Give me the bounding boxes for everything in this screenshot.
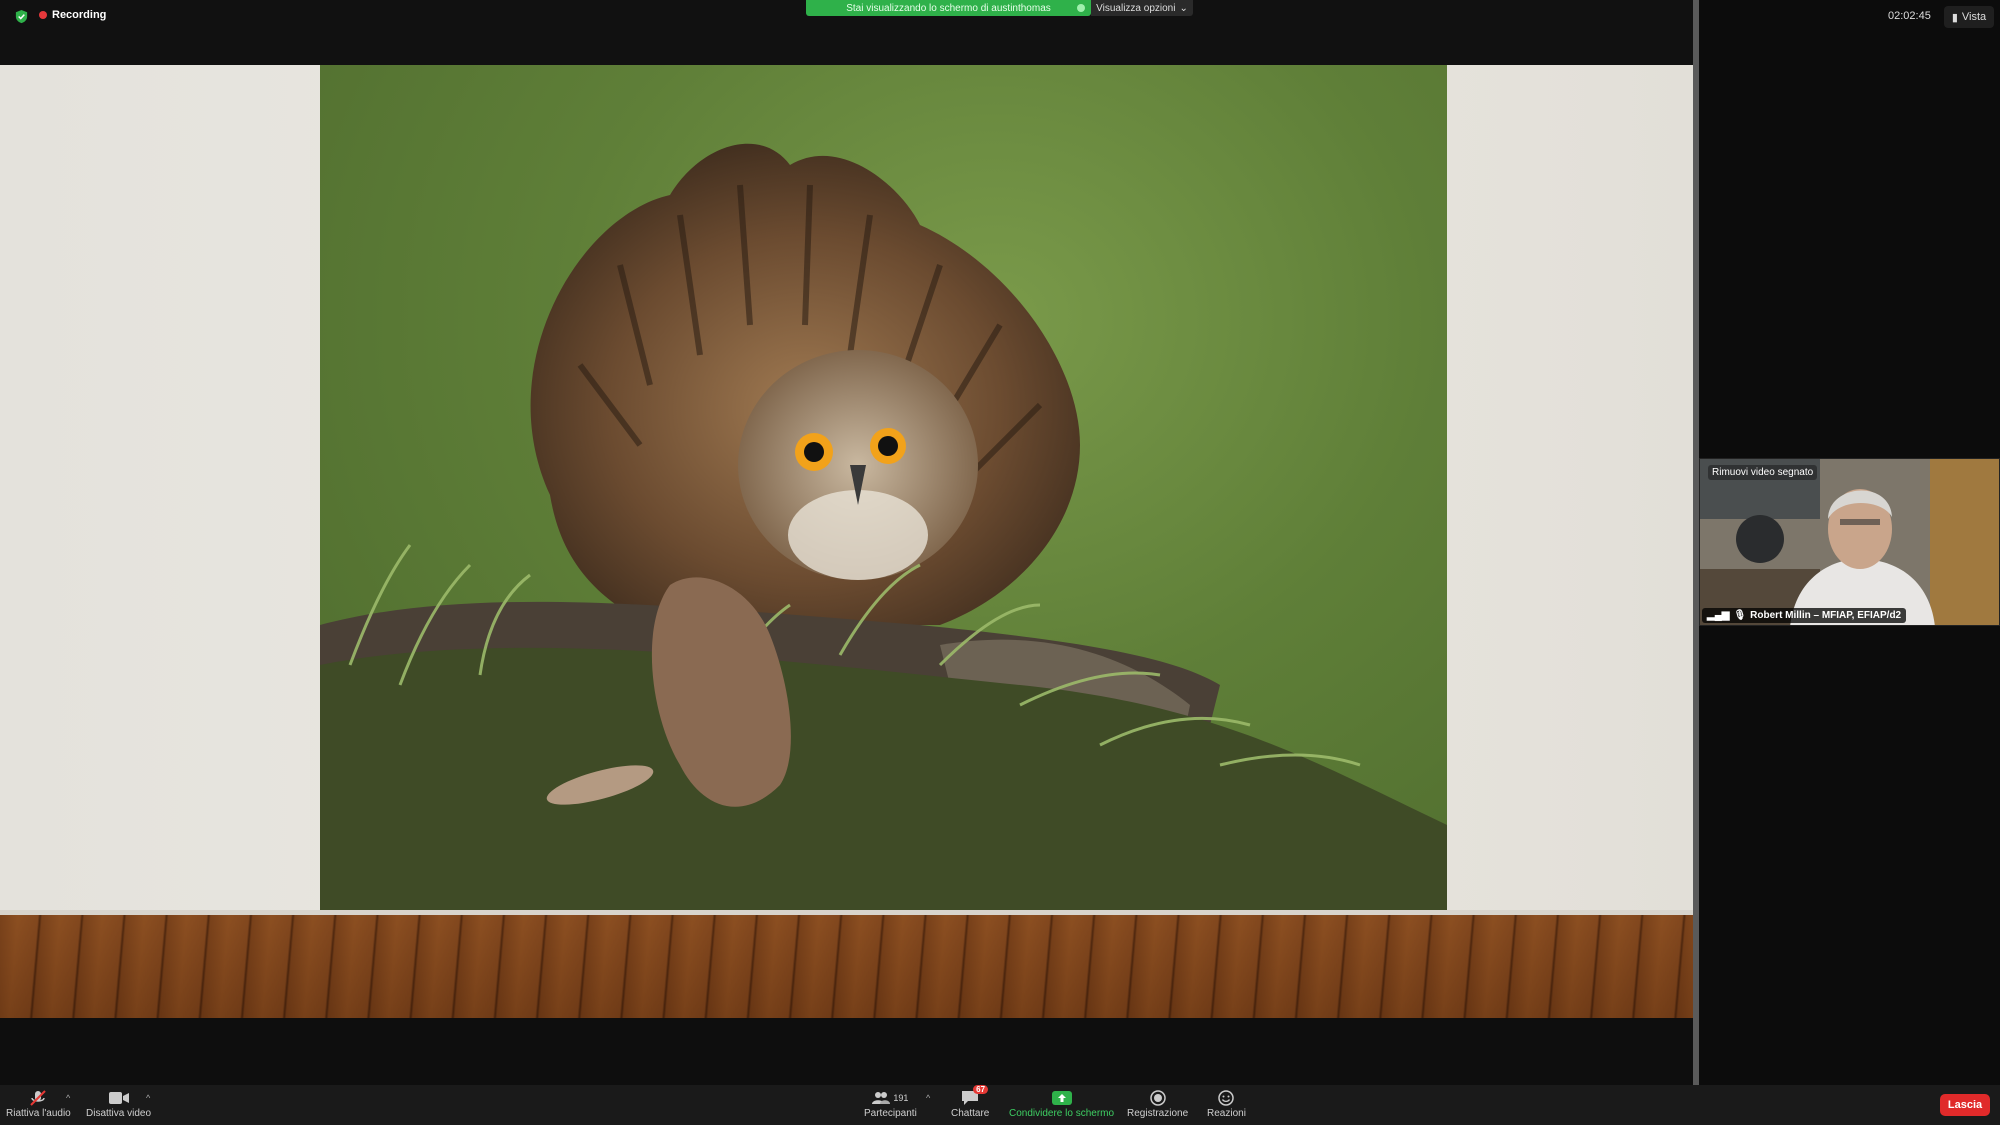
- participants-count: 191: [893, 1093, 909, 1103]
- leave-meeting-button[interactable]: Lascia: [1940, 1094, 1990, 1116]
- unmute-audio-button[interactable]: Riattiva l'audio: [6, 1088, 71, 1119]
- participant-name-tag: ▂▄▆ 🎙 Robert Millin – MFIAP, EFIAP/d2: [1702, 608, 1907, 623]
- record-icon: [1147, 1088, 1169, 1108]
- recording-label: Recording: [52, 9, 107, 21]
- share-screen-button[interactable]: Condividere lo schermo: [1009, 1088, 1114, 1119]
- view-options-button[interactable]: Visualizza opzioni ⌄: [1091, 0, 1193, 16]
- participants-icon: 191: [868, 1088, 912, 1108]
- share-screen-label: Condividere lo schermo: [1009, 1108, 1115, 1119]
- share-banner-text: Stai visualizzando lo schermo di austint…: [846, 2, 1051, 14]
- recording-indicator[interactable]: Recording: [39, 9, 106, 21]
- share-screen-icon: [1051, 1088, 1073, 1108]
- view-options-label: Visualizza opzioni: [1096, 2, 1176, 14]
- participants-options-chevron-icon[interactable]: ^: [926, 1093, 930, 1103]
- security-shield-icon[interactable]: [14, 9, 29, 24]
- mic-icon: 🎙: [1733, 610, 1747, 621]
- wood-floor-background: [0, 915, 1693, 1018]
- view-button-label: Vista: [1961, 11, 1987, 23]
- stop-video-label: Disattiva video: [86, 1108, 152, 1119]
- audio-options-chevron-icon[interactable]: ^: [66, 1093, 70, 1103]
- screen-share-banner: Stai visualizzando lo schermo di austint…: [806, 0, 1091, 16]
- view-button[interactable]: ▮ Vista: [1944, 6, 1994, 28]
- participant-video-tile[interactable]: Rimuovi video segnato ▂▄▆ 🎙 Robert Milli…: [1699, 458, 2000, 626]
- shared-screen: [0, 65, 1693, 1018]
- reactions-label: Reazioni: [1207, 1108, 1246, 1119]
- participants-button[interactable]: 191 Partecipanti: [864, 1088, 917, 1119]
- meeting-toolbar: Riattiva l'audio ^ Disattiva video ^ 191…: [0, 1085, 2000, 1125]
- owl-illustration: [320, 143, 1447, 910]
- video-camera-icon: [108, 1088, 130, 1108]
- stop-video-button[interactable]: Disattiva video: [86, 1088, 151, 1119]
- participants-label: Partecipanti: [864, 1108, 917, 1119]
- top-bar: Recording Stai visualizzando lo schermo …: [0, 0, 1693, 65]
- chevron-down-icon: ⌄: [1179, 2, 1188, 14]
- chat-button[interactable]: 67 Chattare: [951, 1085, 990, 1119]
- owl-photograph: [320, 65, 1447, 910]
- participant-video-feed: [1700, 459, 1999, 625]
- participant-name: Robert Millin – MFIAP, EFIAP/d2: [1750, 610, 1902, 621]
- chat-bubble-icon: 67: [959, 1085, 989, 1108]
- remove-pinned-video-label[interactable]: Rimuovi video segnato: [1708, 465, 1818, 480]
- video-options-chevron-icon[interactable]: ^: [146, 1093, 150, 1103]
- unmute-audio-label: Riattiva l'audio: [6, 1108, 71, 1119]
- reactions-smiley-icon: [1215, 1088, 1237, 1108]
- record-button[interactable]: Registrazione: [1127, 1088, 1188, 1119]
- record-label: Registrazione: [1127, 1108, 1189, 1119]
- chat-label: Chattare: [951, 1108, 990, 1119]
- muted-microphone-icon: [27, 1088, 49, 1108]
- reactions-button[interactable]: Reazioni: [1207, 1088, 1246, 1119]
- grid-view-icon: ▮: [1951, 11, 1958, 24]
- recording-dot-icon: [39, 11, 47, 19]
- share-status-icon: [1077, 4, 1085, 12]
- signal-bars-icon: ▂▄▆: [1707, 610, 1730, 621]
- chat-unread-badge: 67: [973, 1085, 989, 1094]
- meeting-timer: 02:02:45: [1888, 10, 1931, 22]
